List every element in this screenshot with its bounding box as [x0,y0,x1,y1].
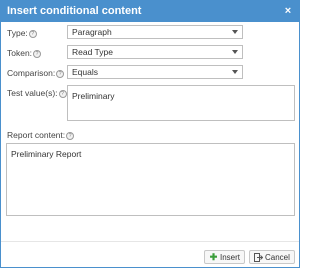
help-icon[interactable]: ? [33,50,42,58]
report-content-editor[interactable]: Preliminary Report [6,143,295,216]
cancel-button-label: Cancel [265,253,290,262]
insert-button[interactable]: ✚ Insert [204,250,245,264]
comparison-select-value: Equals [72,67,98,77]
exit-icon [254,253,264,262]
comparison-label-text: Comparison: [7,68,56,78]
cancel-button[interactable]: Cancel [249,250,295,264]
report-content-label: Report content:? [7,130,75,140]
test-values-label: Test value(s):? [7,88,67,98]
help-icon[interactable]: ? [58,90,67,98]
plus-icon: ✚ [209,252,218,262]
report-content-text: Preliminary Report [11,149,82,159]
token-label-text: Token: [7,48,33,58]
chevron-down-icon [232,50,238,54]
dialog-title: Insert conditional content [7,5,142,17]
comparison-select[interactable]: Equals [67,65,243,79]
test-values-label-text: Test value(s): [7,88,58,98]
insert-button-label: Insert [220,253,241,262]
chevron-down-icon [232,30,238,34]
help-icon[interactable]: ? [56,70,65,78]
dialog-titlebar: Insert conditional content × [1,1,299,22]
test-values-textarea[interactable]: Preliminary [67,85,295,121]
report-content-label-text: Report content: [7,130,66,140]
close-icon[interactable]: × [282,5,294,17]
type-label-text: Type: [7,28,28,38]
test-values-text: Preliminary [72,91,115,101]
token-select-value: Read Type [72,47,113,57]
insert-conditional-content-dialog: Insert conditional content × Type:? Para… [0,0,300,268]
type-select[interactable]: Paragraph [67,25,243,39]
type-label: Type:? [7,28,37,38]
type-select-value: Paragraph [72,27,112,37]
token-label: Token:? [7,48,42,58]
token-select[interactable]: Read Type [67,45,243,59]
chevron-down-icon [232,70,238,74]
footer-divider [1,241,299,242]
help-icon[interactable]: ? [66,132,75,140]
help-icon[interactable]: ? [28,30,37,38]
comparison-label: Comparison:? [7,68,65,78]
